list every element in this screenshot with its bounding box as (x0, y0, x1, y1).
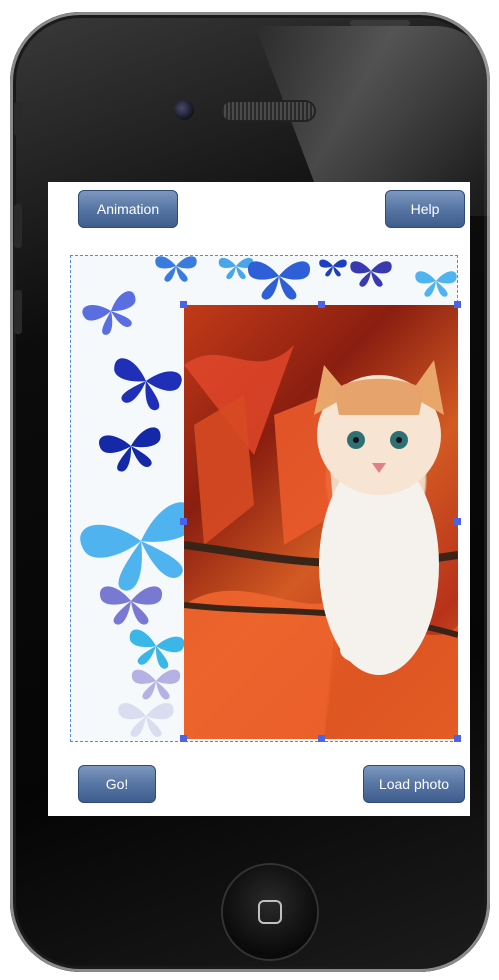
resize-handle-top[interactable] (318, 301, 325, 308)
volume-down-button (14, 290, 22, 334)
load-photo-button[interactable]: Load photo (363, 765, 465, 803)
resize-handle-right[interactable] (454, 518, 461, 525)
mute-switch (14, 102, 22, 136)
kitten-image (184, 345, 458, 739)
resize-handle-bottom-left[interactable] (180, 735, 187, 742)
volume-up-button (14, 204, 22, 248)
resize-handle-bottom[interactable] (318, 735, 325, 742)
animation-button[interactable]: Animation (78, 190, 178, 228)
resize-handle-bottom-right[interactable] (454, 735, 461, 742)
help-button[interactable]: Help (385, 190, 465, 228)
kitten-photo[interactable] (184, 305, 458, 739)
home-button-icon (258, 900, 282, 924)
go-button[interactable]: Go! (78, 765, 156, 803)
resize-handle-top-left[interactable] (180, 301, 187, 308)
home-button[interactable] (223, 865, 317, 959)
resize-handle-left[interactable] (180, 518, 187, 525)
camera-icon (174, 100, 194, 120)
resize-handle-top-right[interactable] (454, 301, 461, 308)
speaker-grille-icon (222, 102, 314, 120)
power-button (350, 20, 410, 26)
